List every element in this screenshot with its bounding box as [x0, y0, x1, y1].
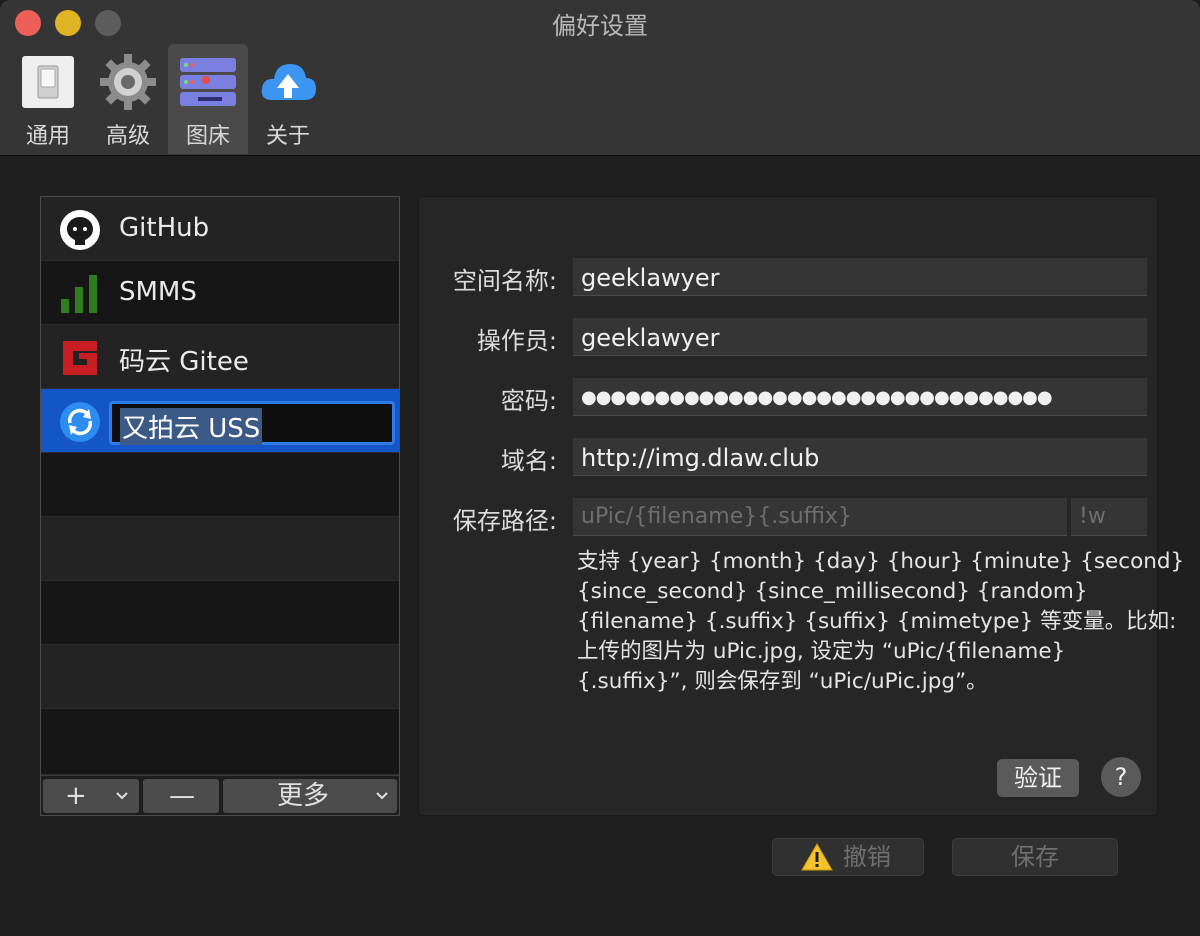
warning-icon: [801, 843, 833, 871]
domain-input[interactable]: http://img.dlaw.club: [573, 438, 1147, 476]
minus-icon: —: [169, 781, 195, 811]
signal-bars-icon: [61, 275, 97, 313]
list-empty-row: [41, 517, 399, 581]
help-line: 支持 {year} {month} {day} {hour} {minute} …: [577, 549, 1185, 574]
operator-input[interactable]: geeklawyer: [573, 318, 1147, 356]
github-icon: [60, 210, 100, 250]
host-settings-panel: 空间名称: geeklawyer 操作员: geeklawyer 密码: ●●●…: [418, 196, 1185, 816]
password-label: 密码:: [500, 387, 557, 415]
tab-advanced[interactable]: 高级: [88, 44, 168, 154]
list-action-bar: + — 更多: [41, 775, 399, 815]
verify-button[interactable]: 验证: [997, 759, 1079, 797]
gitee-icon: [63, 341, 97, 375]
help-button[interactable]: ?: [1101, 757, 1141, 797]
chevron-down-icon: [376, 792, 388, 800]
window-title: 偏好设置: [552, 12, 648, 40]
list-item-label: 码云 Gitee: [119, 347, 249, 377]
help-line: {since_second} {since_millisecond} {rand…: [577, 579, 1088, 604]
revert-label: 撤销: [843, 843, 891, 871]
help-line: 上传的图片为 uPic.jpg, 设定为 “uPic/{filename}: [577, 639, 1066, 664]
save-button[interactable]: 保存: [952, 838, 1118, 876]
save-path-input[interactable]: uPic/{filename}{.suffix}: [573, 498, 1067, 536]
image-host-list: GitHub SMMS 码云 Gitee 又拍云 USS + — 更多: [40, 196, 400, 816]
list-empty-row: [41, 709, 399, 775]
cloud-upload-icon: [261, 64, 316, 100]
help-line: {.suffix}”, 则会保存到 “uPic/uPic.jpg”。: [577, 669, 988, 694]
rename-input[interactable]: 又拍云 USS: [109, 401, 395, 445]
tab-image-host-label: 图床: [185, 124, 230, 149]
tab-about-label: 关于: [265, 124, 310, 149]
operator-label: 操作员:: [476, 327, 557, 355]
upyun-icon: [60, 402, 100, 442]
help-line: {filename} {.suffix} {suffix} {mimetype}…: [577, 609, 1177, 634]
server-icon: [180, 58, 236, 106]
chevron-down-icon: [116, 792, 128, 800]
more-label: 更多: [277, 781, 330, 811]
save-path-help-text: 支持 {year} {month} {day} {hour} {minute} …: [577, 547, 1185, 697]
list-item-label: GitHub: [119, 213, 210, 243]
switch-icon: [22, 56, 74, 108]
list-empty-row: [41, 453, 399, 517]
password-input[interactable]: ●●●●●●●●●●●●●●●●●●●●●●●●●●●●●●●●: [573, 378, 1147, 416]
tab-image-host[interactable]: 图床: [168, 44, 248, 154]
add-host-button[interactable]: +: [43, 779, 139, 813]
save-path-label: 保存路径:: [452, 507, 557, 535]
bucket-input[interactable]: geeklawyer: [573, 258, 1147, 296]
list-empty-row: [41, 581, 399, 645]
list-item-upyun[interactable]: 又拍云 USS: [41, 389, 399, 453]
tab-about[interactable]: 关于: [248, 44, 328, 154]
domain-label: 域名:: [500, 447, 557, 475]
list-empty-row: [41, 645, 399, 709]
list-item-gitee[interactable]: 码云 Gitee: [41, 325, 399, 389]
revert-button[interactable]: 撤销: [772, 838, 924, 876]
plus-icon: +: [65, 781, 87, 811]
gear-icon: [100, 54, 156, 110]
toolbar: 偏好设置 通用 高级 图床 关于: [0, 0, 1200, 156]
list-item-github[interactable]: GitHub: [41, 197, 399, 261]
more-menu-button[interactable]: 更多: [223, 779, 397, 813]
rename-input-text: 又拍云 USS: [120, 408, 263, 445]
tab-general-label: 通用: [25, 124, 70, 149]
list-item-label: SMMS: [119, 277, 197, 307]
suffix-input[interactable]: !w: [1071, 498, 1147, 536]
bucket-label: 空间名称:: [452, 267, 557, 295]
remove-host-button[interactable]: —: [143, 779, 219, 813]
list-item-smms[interactable]: SMMS: [41, 261, 399, 325]
preferences-window: 偏好设置 通用 高级 图床 关于 GitHub SMMS 码云 Gitee 又拍…: [0, 0, 1200, 936]
tab-general[interactable]: 通用: [8, 44, 88, 154]
tab-advanced-label: 高级: [105, 124, 150, 149]
